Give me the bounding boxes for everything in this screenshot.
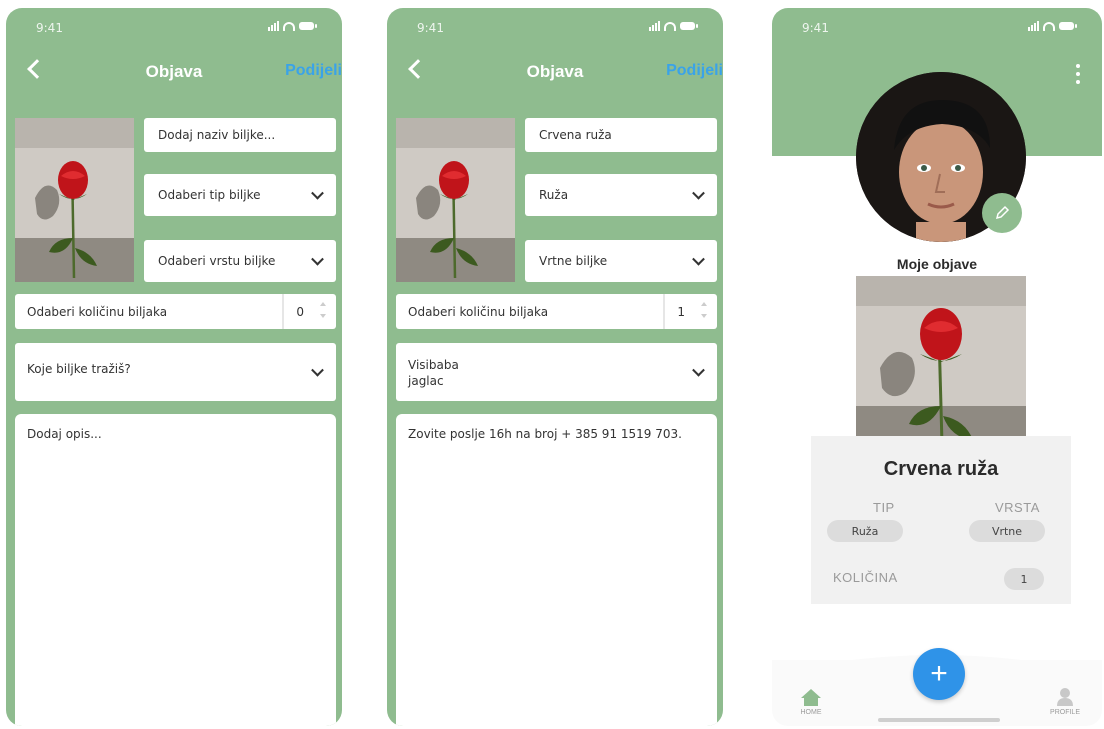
share-button[interactable]: Podijeli [285, 62, 342, 80]
quantity-label: Odaberi količinu biljaka [408, 305, 549, 319]
post-card[interactable]: Crvena ruža TIP VRSTA Ruža Vrtne KOLIČIN… [811, 436, 1071, 604]
post-photo[interactable] [856, 276, 1026, 446]
quantity-stepper[interactable] [320, 300, 328, 322]
plus-icon: + [930, 657, 948, 690]
battery-icon [1059, 22, 1077, 30]
wanted-plants-select[interactable]: Koje biljke tražiš? [15, 343, 336, 401]
tab-profile-label: PROFILE [1050, 709, 1080, 716]
battery-icon [299, 22, 317, 30]
nav-bar: Objava Podijeli [387, 59, 723, 90]
quantity-stepper[interactable] [701, 300, 709, 322]
status-bar: 9:41 [28, 21, 320, 37]
signal-icon [268, 21, 279, 31]
share-button[interactable]: Podijeli [666, 62, 723, 80]
profile-screen: 9:41 Moje objave Crvena ruža TIP VRSTA R… [772, 8, 1102, 726]
description-textarea[interactable]: Zovite poslje 16h na broj + 385 91 1519 … [396, 414, 717, 726]
plant-type-value: Ruža [539, 188, 569, 202]
plant-name-placeholder: Dodaj naziv biljke... [158, 128, 276, 142]
plant-kind-label: Odaberi vrstu biljke [158, 254, 276, 268]
plant-type-label: Odaberi tip biljke [158, 188, 261, 202]
chevron-down-icon [311, 252, 324, 266]
wifi-icon [1043, 21, 1055, 31]
chevron-down-icon [692, 186, 705, 200]
tab-profile[interactable]: PROFILE [1050, 687, 1080, 716]
status-time: 9:41 [802, 21, 829, 35]
chevron-down-icon [692, 252, 705, 266]
person-icon [1057, 688, 1074, 706]
tab-home[interactable]: HOME [800, 687, 822, 716]
plant-name-input[interactable]: Dodaj naziv biljke... [144, 118, 336, 152]
kind-label: VRSTA [995, 500, 1040, 515]
quantity-row: Odaberi količinu biljaka 1 [396, 294, 717, 329]
wanted-plants-select[interactable]: Visibaba jaglac [396, 343, 717, 401]
quantity-label: Odaberi količinu biljaka [27, 305, 168, 319]
status-time: 9:41 [417, 21, 444, 35]
quantity-label: KOLIČINA [833, 570, 898, 585]
more-vertical-icon[interactable] [1076, 64, 1080, 84]
signal-icon [1028, 21, 1039, 31]
plant-type-select[interactable]: Odaberi tip biljke [144, 174, 336, 216]
quantity-value[interactable]: 1 [677, 305, 685, 319]
quantity-row: Odaberi količinu biljaka 0 [15, 294, 336, 329]
chevron-down-icon [311, 186, 324, 200]
post-title: Crvena ruža [883, 458, 999, 480]
plant-photo[interactable] [15, 118, 134, 282]
tab-home-label: HOME [800, 709, 822, 716]
wanted-plants-label: Koje biljke tražiš? [27, 362, 131, 376]
quantity-value[interactable]: 0 [296, 305, 304, 319]
description-placeholder: Dodaj opis... [27, 427, 102, 441]
plant-name-input[interactable]: Crvena ruža [525, 118, 717, 152]
description-textarea[interactable]: Dodaj opis... [15, 414, 336, 726]
description-value: Zovite poslje 16h na broj + 385 91 1519 … [408, 427, 682, 441]
status-bar: 9:41 [409, 21, 701, 37]
post-form-empty-screen: 9:41 Objava Podijeli Dodaj naziv biljke.… [6, 8, 342, 726]
plant-photo[interactable] [396, 118, 515, 282]
status-bar: 9:41 [794, 21, 1080, 37]
quantity-badge: 1 [1004, 568, 1044, 590]
chevron-down-icon [692, 363, 705, 377]
edit-avatar-button[interactable] [982, 193, 1022, 233]
post-form-filled-screen: 9:41 Objava Podijeli Crvena ruža Ruža Vr… [387, 8, 723, 726]
plant-kind-select[interactable]: Vrtne biljke [525, 240, 717, 282]
nav-bar: Objava Podijeli [6, 59, 342, 90]
plant-type-select[interactable]: Ruža [525, 174, 717, 216]
home-icon [801, 689, 821, 706]
home-indicator [878, 718, 1000, 722]
my-posts-title: Moje objave [896, 256, 978, 272]
plant-kind-value: Vrtne biljke [539, 254, 608, 268]
battery-icon [680, 22, 698, 30]
divider [282, 294, 284, 329]
pencil-icon [995, 205, 1010, 220]
wifi-icon [283, 21, 295, 31]
add-post-button[interactable]: + [913, 648, 965, 700]
plant-kind-select[interactable]: Odaberi vrstu biljke [144, 240, 336, 282]
type-label: TIP [873, 500, 895, 515]
kind-value-badge: Vrtne [969, 520, 1045, 542]
type-value-badge: Ruža [827, 520, 903, 542]
signal-icon [649, 21, 660, 31]
divider [663, 294, 665, 329]
chevron-down-icon [311, 363, 324, 377]
wanted-plants-values: Visibaba jaglac [408, 358, 459, 388]
plant-name-value: Crvena ruža [539, 128, 612, 142]
wifi-icon [664, 21, 676, 31]
status-time: 9:41 [36, 21, 63, 35]
